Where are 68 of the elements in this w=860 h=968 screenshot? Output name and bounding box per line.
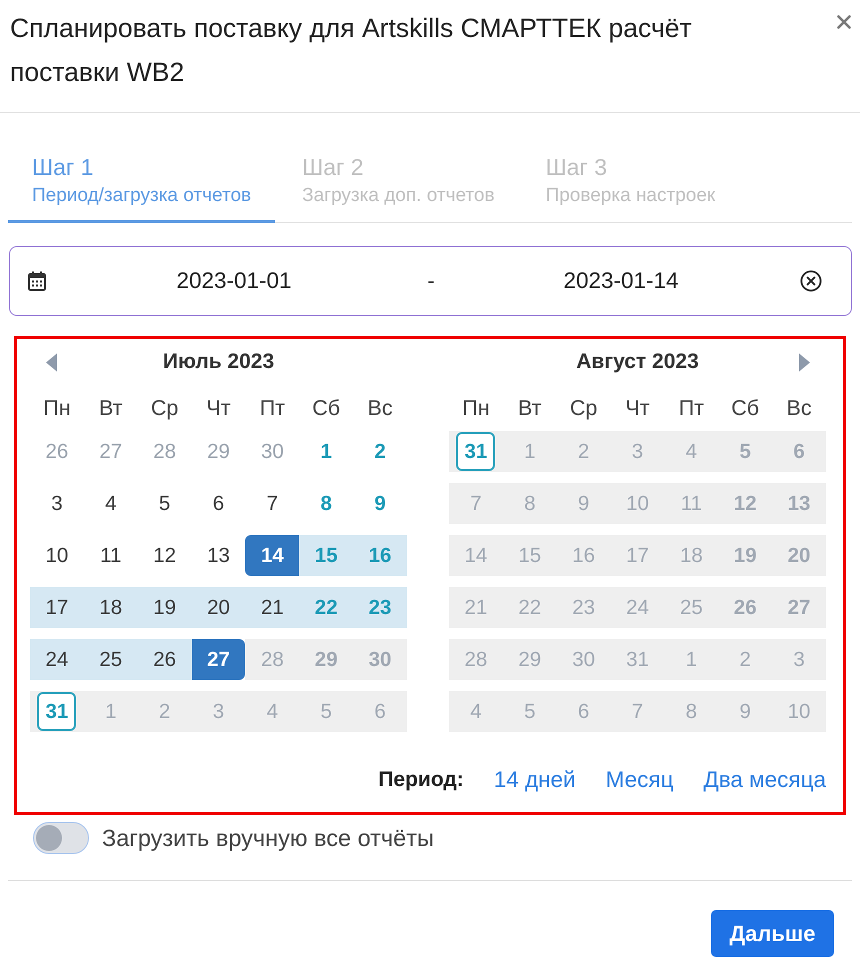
calendar-day[interactable]: 2 bbox=[353, 431, 407, 472]
step-tab[interactable]: Шаг 3 Проверка настроек bbox=[522, 141, 740, 223]
calendar-day[interactable]: 25 bbox=[84, 639, 138, 680]
weekday-label: Ср bbox=[150, 396, 180, 420]
calendar-day[interactable]: 8 bbox=[299, 483, 354, 524]
next-button[interactable]: Дальше bbox=[711, 910, 834, 957]
calendar-day[interactable]: 12 bbox=[138, 535, 192, 576]
calendar-day[interactable]: 18 bbox=[84, 587, 138, 628]
weekday-label: Вт bbox=[98, 396, 124, 420]
weekday-label: Пт bbox=[678, 396, 705, 420]
calendar-day[interactable]: 29 bbox=[192, 431, 246, 472]
calendar-day[interactable]: 11 bbox=[84, 535, 138, 576]
start-date-input[interactable]: 2023-01-01 bbox=[48, 268, 420, 294]
toggle-label: Загрузить вручную все отчёты bbox=[102, 824, 434, 852]
calendar-day[interactable]: 28 bbox=[138, 431, 192, 472]
weekday-label: Пн bbox=[42, 396, 72, 420]
calendar-day[interactable]: 3 bbox=[30, 483, 84, 524]
period-link[interactable]: 14 дней bbox=[494, 767, 576, 793]
clear-icon[interactable] bbox=[800, 270, 822, 292]
calendar-day[interactable]: 22 bbox=[299, 587, 354, 628]
toggle-switch[interactable] bbox=[33, 822, 89, 854]
weekday-label: Сб bbox=[311, 396, 342, 420]
calendar-day[interactable]: 13 bbox=[192, 535, 246, 576]
calendar-day[interactable]: 15 bbox=[299, 535, 354, 576]
weekday-label: Пт bbox=[258, 396, 286, 420]
calendar-day[interactable]: 26 bbox=[138, 639, 192, 680]
weekday-label: Пн bbox=[461, 396, 491, 420]
weekday-label: Вт bbox=[517, 396, 543, 420]
calendar-day[interactable]: 9 bbox=[353, 483, 407, 524]
end-date-input[interactable]: 2023-01-14 bbox=[442, 268, 800, 294]
range-separator: - bbox=[426, 268, 436, 294]
dialog-title: Спланировать поставку для Artskills СМАРТТЕК расчёт поставки WB2 bbox=[10, 12, 693, 89]
period-link[interactable]: Два месяца bbox=[703, 767, 826, 793]
calendar-day[interactable]: 16 bbox=[353, 535, 407, 576]
caret-right-icon[interactable] bbox=[799, 352, 810, 372]
calendar-day[interactable]: 23 bbox=[353, 587, 407, 628]
calendar-day[interactable]: 27 bbox=[192, 639, 246, 680]
caret-left-icon[interactable] bbox=[46, 352, 57, 372]
period-label: Период: bbox=[378, 768, 464, 792]
weekday-label: Чт bbox=[205, 396, 232, 420]
step-tab[interactable]: Шаг 1 Период/загрузка отчетов bbox=[8, 141, 276, 223]
weekday-label: Вс bbox=[786, 396, 813, 420]
calendar-day[interactable]: 1 bbox=[299, 431, 354, 472]
weekday-label: Сб bbox=[730, 396, 760, 420]
calendar-day[interactable]: 14 bbox=[245, 535, 300, 576]
calendar-day[interactable]: 20 bbox=[192, 587, 246, 628]
close-icon[interactable] bbox=[837, 15, 851, 29]
weekday-label: Ср bbox=[568, 396, 598, 420]
calendar-day[interactable]: 5 bbox=[138, 483, 192, 524]
calendar-day[interactable]: 27 bbox=[84, 431, 138, 472]
date-range-field[interactable]: 2023-01-01 - 2023-01-14 bbox=[9, 246, 852, 316]
calendar-day[interactable]: 19 bbox=[138, 587, 192, 628]
calendar-day[interactable]: 7 bbox=[245, 483, 300, 524]
calendar-day[interactable]: 6 bbox=[192, 483, 246, 524]
step-tab[interactable]: Шаг 2 Загрузка доп. отчетов bbox=[278, 141, 519, 223]
calendar-day[interactable]: 30 bbox=[245, 431, 300, 472]
calendar-day[interactable]: 17 bbox=[30, 587, 84, 628]
weekday-label: Чт bbox=[624, 396, 651, 420]
calendar-day[interactable]: 24 bbox=[30, 639, 84, 680]
calendar-icon[interactable] bbox=[28, 271, 46, 291]
calendar-day[interactable]: 4 bbox=[84, 483, 138, 524]
period-link[interactable]: Месяц bbox=[606, 767, 674, 793]
calendar-day[interactable]: 10 bbox=[30, 535, 84, 576]
weekday-label: Вс bbox=[366, 396, 394, 420]
month-title: Август 2023 bbox=[575, 350, 700, 374]
month-title: Июль 2023 bbox=[162, 350, 276, 374]
calendar-day[interactable]: 21 bbox=[245, 587, 300, 628]
calendar-day[interactable]: 26 bbox=[30, 431, 84, 472]
